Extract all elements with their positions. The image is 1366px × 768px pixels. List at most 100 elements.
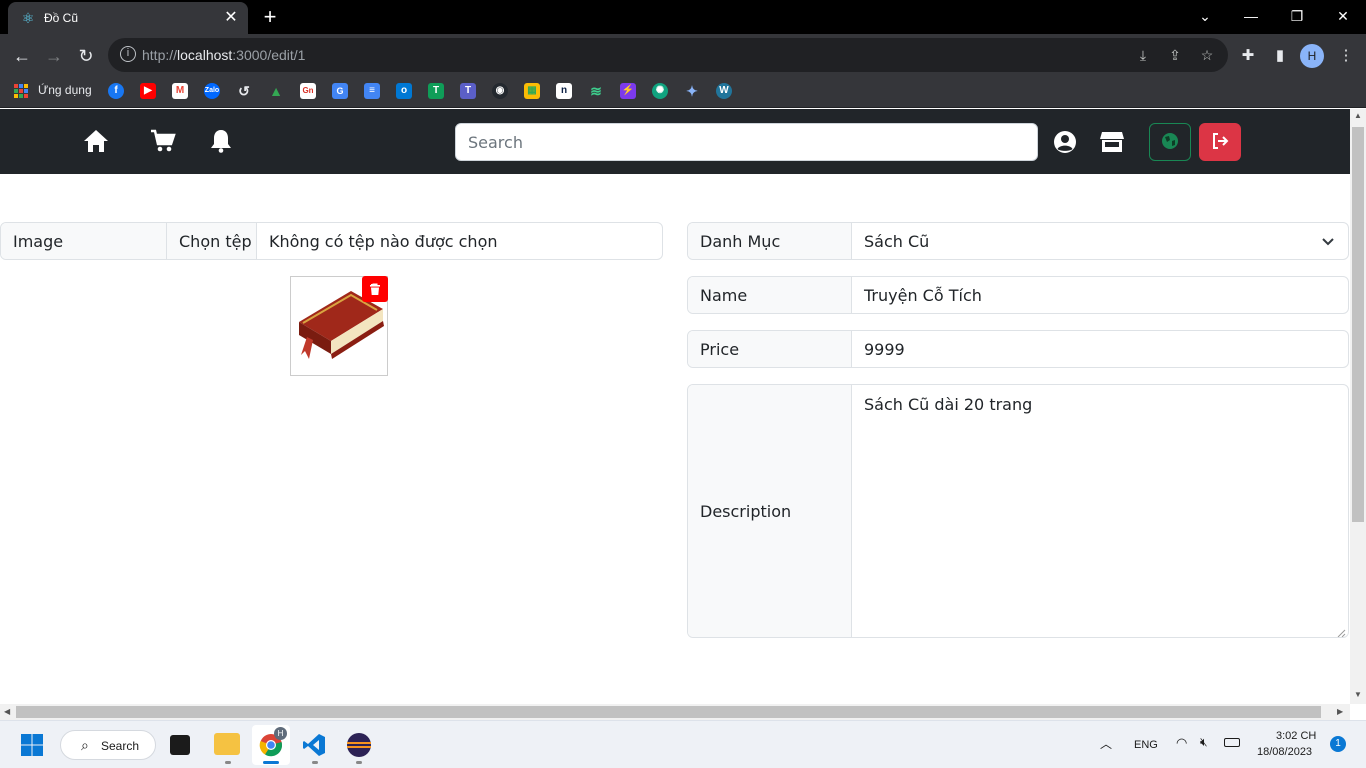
name-input[interactable]: Truyện Cỗ Tích xyxy=(852,277,1348,313)
tab-search-chevron-icon[interactable]: ⌄ xyxy=(1182,4,1228,28)
battery-icon[interactable] xyxy=(1224,738,1240,747)
bookmark-star-icon[interactable]: ☆ xyxy=(1198,46,1216,64)
description-textarea[interactable]: Sách Cũ dài 20 trang xyxy=(852,385,1348,637)
back-button[interactable]: ← xyxy=(8,42,36,70)
clock-time[interactable]: 3:02 CH xyxy=(1276,730,1316,742)
language-indicator[interactable]: ENG xyxy=(1134,739,1158,751)
google-translate-icon[interactable]: G xyxy=(332,83,348,99)
browser-tab-strip: ⚛ Đồ Cũ ✕ + ⌄ — ❐ ✕ xyxy=(0,0,1366,34)
outlook-icon[interactable]: o xyxy=(396,83,412,99)
bookmarks-bar: Ứng dụng f ▶ M Zalo ↺ ▲ Gn G ≡ o T T ◉ ▦… xyxy=(0,76,1366,108)
scroll-down-icon[interactable]: ▼ xyxy=(1354,690,1362,699)
file-explorer-icon[interactable] xyxy=(214,733,240,755)
google-drive-icon[interactable]: ▲ xyxy=(268,83,284,99)
site-info-icon[interactable]: i xyxy=(120,46,136,62)
page-viewport: Image Chọn tệp Không có tệp nào được chọ… xyxy=(0,109,1350,704)
apps-grid-icon[interactable] xyxy=(14,84,28,98)
price-label: Price xyxy=(688,331,852,367)
description-text: Sách Cũ dài 20 trang xyxy=(864,395,1033,414)
horizontal-scroll-thumb[interactable] xyxy=(16,706,1321,718)
bolt-icon[interactable]: ⚡ xyxy=(620,83,636,99)
scroll-right-icon[interactable]: ▶ xyxy=(1337,707,1343,716)
resize-handle-icon[interactable] xyxy=(1336,625,1346,637)
chrome-menu-icon[interactable]: ⋮ xyxy=(1336,46,1356,66)
vertical-scrollbar[interactable]: ▲ ▼ xyxy=(1350,109,1366,704)
price-input[interactable]: 9999 xyxy=(852,331,1348,367)
store-icon[interactable] xyxy=(1099,130,1125,156)
running-indicator xyxy=(225,761,231,764)
running-indicator xyxy=(356,761,362,764)
dictionary-icon[interactable]: Gn xyxy=(300,83,316,99)
close-tab-icon[interactable]: ✕ xyxy=(222,9,240,27)
cart-icon[interactable] xyxy=(150,129,176,155)
vscode-icon[interactable] xyxy=(302,733,326,757)
minimize-button[interactable]: — xyxy=(1228,4,1274,28)
search-input[interactable] xyxy=(455,123,1038,161)
scroll-left-icon[interactable]: ◀ xyxy=(4,707,10,716)
clock-date[interactable]: 18/08/2023 xyxy=(1257,746,1312,758)
task-view-icon[interactable] xyxy=(170,735,190,755)
wordpress-icon[interactable]: W xyxy=(716,83,732,99)
chrome-profile-badge: H xyxy=(274,727,287,740)
show-hidden-icons-icon[interactable]: ︿ xyxy=(1100,735,1112,752)
search-icon: ⌕ xyxy=(81,737,89,753)
google-photos-icon[interactable]: ▦ xyxy=(524,83,540,99)
taskbar-search-label: Search xyxy=(101,739,140,753)
description-label: Description xyxy=(688,385,852,637)
eclipse-icon[interactable] xyxy=(346,732,372,758)
facebook-icon[interactable]: f xyxy=(108,83,124,99)
trash-icon xyxy=(370,283,380,295)
teams-icon[interactable]: T xyxy=(460,83,476,99)
chatgpt-icon[interactable]: ✺ xyxy=(652,83,668,99)
name-label: Name xyxy=(688,277,852,313)
zalo-icon[interactable]: Zalo xyxy=(204,83,220,99)
category-select[interactable]: Sách Cũ xyxy=(852,223,1348,259)
extensions-icon[interactable]: ✚ xyxy=(1238,46,1258,66)
category-label: Danh Mục xyxy=(688,223,852,259)
globe-icon xyxy=(1162,132,1178,149)
react-icon: ⚛ xyxy=(21,10,35,26)
bell-icon[interactable] xyxy=(208,129,234,155)
user-circle-icon[interactable] xyxy=(1052,130,1078,156)
gmail-icon[interactable]: M xyxy=(172,83,188,99)
google-sheets-icon[interactable]: T xyxy=(428,83,444,99)
youtube-icon[interactable]: ▶ xyxy=(140,83,156,99)
notification-badge[interactable]: 1 xyxy=(1330,736,1346,752)
logout-button[interactable] xyxy=(1199,123,1241,161)
address-bar[interactable]: i http://localhost:3000/edit/1 ⤓ ⇪ ☆ xyxy=(108,38,1228,72)
scroll-up-icon[interactable]: ▲ xyxy=(1354,111,1362,120)
reload-button[interactable]: ↻ xyxy=(72,42,100,70)
globe-button[interactable] xyxy=(1149,123,1191,161)
logout-icon xyxy=(1213,132,1229,149)
install-icon[interactable]: ⤓ xyxy=(1134,46,1152,64)
taskbar-search[interactable]: ⌕ Search xyxy=(60,730,156,760)
home-icon[interactable] xyxy=(83,129,109,155)
forward-button[interactable]: → xyxy=(40,42,68,70)
speaker-muted-icon[interactable]: 🔇︎ xyxy=(1200,735,1208,750)
delete-image-button[interactable] xyxy=(362,276,388,302)
category-input-group: Danh Mục Sách Cũ xyxy=(687,222,1349,260)
bookmark-apps-label[interactable]: Ứng dụng xyxy=(38,83,92,97)
google-docs-icon[interactable]: ≡ xyxy=(364,83,380,99)
side-panel-icon[interactable]: ▮ xyxy=(1270,46,1290,66)
category-selected-value: Sách Cũ xyxy=(864,231,930,251)
github-icon[interactable]: ◉ xyxy=(492,83,508,99)
windows-start-icon[interactable] xyxy=(20,733,44,757)
wifi-icon[interactable]: ◠ xyxy=(1176,735,1187,751)
supabase-icon[interactable]: ≋ xyxy=(588,83,604,99)
chrome-taskbar-button[interactable]: H xyxy=(252,725,290,765)
vertical-scroll-thumb[interactable] xyxy=(1352,127,1364,522)
description-input-group: Description Sách Cũ dài 20 trang xyxy=(687,384,1349,638)
share-icon[interactable]: ⇪ xyxy=(1166,46,1184,64)
close-window-button[interactable]: ✕ xyxy=(1320,4,1366,28)
new-tab-button[interactable]: + xyxy=(258,6,282,30)
name-input-group: Name Truyện Cỗ Tích xyxy=(687,276,1349,314)
horizontal-scrollbar[interactable]: ◀ ▶ xyxy=(0,704,1350,720)
choose-file-button[interactable]: Chọn tệp xyxy=(167,223,257,259)
history-icon[interactable]: ↺ xyxy=(236,83,252,99)
profile-avatar[interactable]: H xyxy=(1300,44,1324,68)
gemini-icon[interactable]: ✦ xyxy=(684,83,700,99)
maximize-button[interactable]: ❐ xyxy=(1274,4,1320,28)
notion-icon[interactable]: n xyxy=(556,83,572,99)
browser-tab[interactable]: ⚛ Đồ Cũ ✕ xyxy=(8,2,248,34)
